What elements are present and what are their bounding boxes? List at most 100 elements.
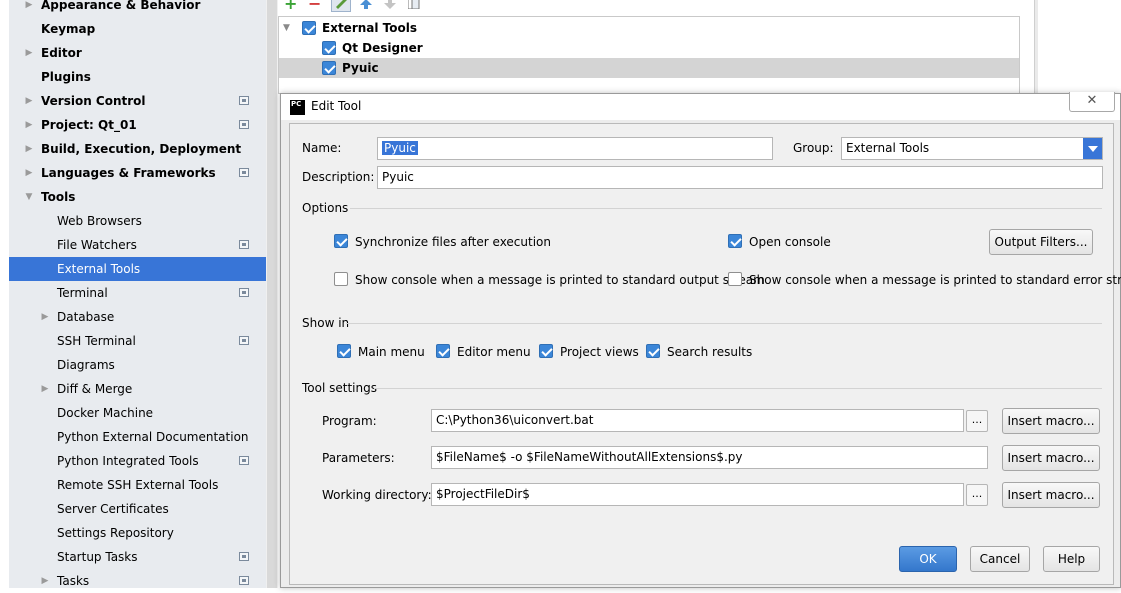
sidebar-item-label: Plugins	[41, 70, 91, 84]
chevron-right-icon[interactable]: ▶	[23, 41, 35, 65]
tool-group-label: External Tools	[322, 21, 417, 35]
sidebar-item[interactable]: Server Certificates	[9, 497, 266, 521]
sidebar-scrollbar[interactable]	[266, 0, 278, 588]
program-value: C:\Python36\uiconvert.bat	[436, 413, 594, 427]
chevron-down-icon[interactable]	[1083, 138, 1102, 159]
chevron-down-icon[interactable]: ▼	[23, 185, 35, 209]
project-views-label: Project views	[560, 345, 639, 359]
plus-icon[interactable]: +	[284, 0, 297, 12]
sidebar-item-label: Settings Repository	[57, 526, 174, 540]
working-directory-field[interactable]: $ProjectFileDir$	[431, 483, 964, 506]
chevron-right-icon[interactable]: ▶	[23, 161, 35, 185]
expand-arrow-icon[interactable]: ▼	[283, 18, 290, 38]
working-directory-browse-button[interactable]: ...	[966, 484, 988, 506]
sidebar-item[interactable]: ▶ Appearance & Behavior	[9, 0, 266, 17]
close-icon[interactable]: ✕	[1069, 92, 1115, 112]
project-scope-icon	[239, 240, 249, 249]
output-filters-button[interactable]: Output Filters...	[989, 229, 1093, 255]
sidebar-item-label: Remote SSH External Tools	[57, 478, 219, 492]
sidebar-item-label: Editor	[41, 46, 82, 60]
chevron-right-icon[interactable]: ▶	[39, 305, 51, 329]
dialog-titlebar[interactable]: PC Edit Tool ✕	[281, 92, 1120, 120]
sidebar-item[interactable]: ▶ Editor	[9, 41, 266, 65]
open-console-label: Open console	[749, 235, 831, 249]
external-tools-toolbar: + −	[280, 0, 440, 14]
project-views-checkbox[interactable]	[539, 344, 553, 358]
main-menu-label: Main menu	[358, 345, 425, 359]
chevron-right-icon[interactable]: ▶	[23, 0, 35, 17]
sidebar-item[interactable]: ▶ Database	[9, 305, 266, 329]
sidebar-item[interactable]: SSH Terminal	[9, 329, 266, 353]
minus-icon[interactable]: −	[308, 0, 321, 12]
sidebar-item[interactable]: ▶ Version Control	[9, 89, 266, 113]
name-field[interactable]: Pyuic	[377, 137, 773, 160]
sidebar-item[interactable]: Plugins	[9, 65, 266, 89]
pencil-icon[interactable]	[331, 0, 351, 12]
group-combobox[interactable]: External Tools	[841, 137, 1103, 160]
parameters-field[interactable]: $FileName$ -o $FileNameWithoutAllExtensi…	[431, 446, 988, 469]
description-value: Pyuic	[382, 170, 414, 184]
working-directory-value: $ProjectFileDir$	[436, 487, 530, 501]
chevron-right-icon[interactable]: ▶	[39, 569, 51, 593]
search-results-label: Search results	[667, 345, 753, 359]
scrollbar-thumb[interactable]	[267, 0, 277, 588]
sidebar-item[interactable]: ▶ Build, Execution, Deployment	[9, 137, 266, 161]
program-label: Program:	[322, 414, 377, 428]
tool-group-row[interactable]: ▼ External Tools	[279, 18, 1019, 38]
ok-button[interactable]: OK	[899, 546, 957, 572]
sidebar-item[interactable]: ▶ Project: Qt_01	[9, 113, 266, 137]
main-menu-checkbox[interactable]	[337, 344, 351, 358]
sidebar-item[interactable]: Web Browsers	[9, 209, 266, 233]
sidebar-item[interactable]: Startup Tasks	[9, 545, 266, 569]
sidebar-item[interactable]: ▶ Tasks	[9, 569, 266, 593]
sidebar-item[interactable]: ▶ Languages & Frameworks	[9, 161, 266, 185]
pycharm-logo-icon: PC	[290, 100, 305, 115]
sidebar-item[interactable]: Remote SSH External Tools	[9, 473, 266, 497]
chevron-right-icon[interactable]: ▶	[39, 377, 51, 401]
chevron-right-icon[interactable]: ▶	[23, 89, 35, 113]
sidebar-item[interactable]: Settings Repository	[9, 521, 266, 545]
chevron-right-icon[interactable]: ▶	[23, 113, 35, 137]
sidebar-item[interactable]: Python Integrated Tools	[9, 449, 266, 473]
tool-group-checkbox[interactable]	[302, 21, 316, 35]
console-stderr-checkbox[interactable]	[728, 272, 742, 286]
sidebar-item[interactable]: File Watchers	[9, 233, 266, 257]
parameters-insert-macro-button[interactable]: Insert macro...	[1002, 445, 1100, 471]
program-insert-macro-button[interactable]: Insert macro...	[1002, 408, 1100, 434]
program-field[interactable]: C:\Python36\uiconvert.bat	[431, 409, 964, 432]
tool-row[interactable]: Qt Designer	[279, 38, 1019, 58]
project-scope-icon	[239, 576, 249, 585]
show-in-header: Show in	[302, 316, 350, 330]
sidebar-item-label: Docker Machine	[57, 406, 154, 420]
tool-row-selected[interactable]: Pyuic	[279, 58, 1019, 78]
project-scope-icon	[239, 552, 249, 561]
cancel-button[interactable]: Cancel	[970, 546, 1030, 572]
sidebar-item[interactable]: ▼ Tools	[9, 185, 266, 209]
help-button[interactable]: Help	[1043, 546, 1100, 572]
sidebar-item[interactable]: Docker Machine	[9, 401, 266, 425]
program-browse-button[interactable]: ...	[966, 410, 988, 432]
copy-icon[interactable]	[407, 0, 420, 12]
arrow-down-icon[interactable]	[384, 0, 396, 12]
group-label: Group:	[793, 141, 834, 155]
sidebar-item[interactable]: Terminal	[9, 281, 266, 305]
console-stdout-checkbox[interactable]	[334, 272, 348, 286]
chevron-right-icon[interactable]: ▶	[23, 137, 35, 161]
sidebar-item[interactable]: External Tools	[9, 257, 266, 281]
sidebar-item[interactable]: ▶ Diff & Merge	[9, 377, 266, 401]
tool-checkbox[interactable]	[322, 41, 336, 55]
sidebar-item-label: Project: Qt_01	[41, 118, 137, 132]
project-scope-icon	[239, 288, 249, 297]
sidebar-item[interactable]: Python External Documentation	[9, 425, 266, 449]
search-results-checkbox[interactable]	[646, 344, 660, 358]
editor-menu-checkbox[interactable]	[436, 344, 450, 358]
sidebar-item-label: Database	[57, 310, 115, 324]
sidebar-item[interactable]: Keymap	[9, 17, 266, 41]
open-console-checkbox[interactable]	[728, 234, 742, 248]
arrow-up-icon[interactable]	[360, 0, 372, 12]
tool-checkbox[interactable]	[322, 61, 336, 75]
sync-files-checkbox[interactable]	[334, 234, 348, 248]
working-directory-insert-macro-button[interactable]: Insert macro...	[1002, 482, 1100, 508]
sidebar-item[interactable]: Diagrams	[9, 353, 266, 377]
description-field[interactable]: Pyuic	[377, 166, 1103, 189]
